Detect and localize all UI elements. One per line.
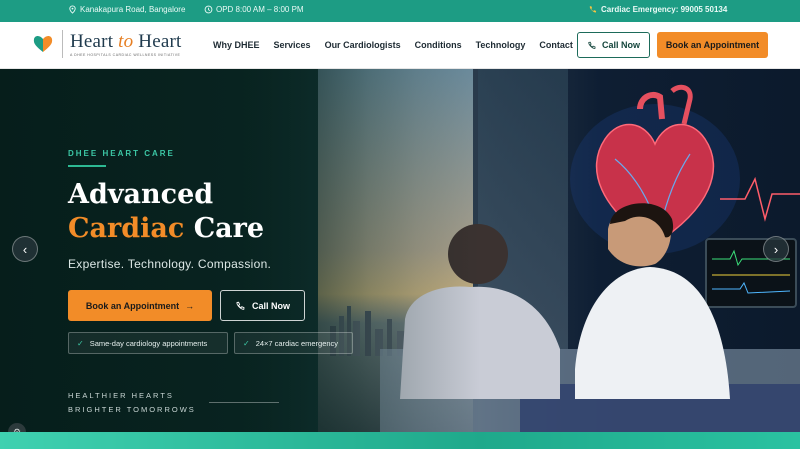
- nav-item-our-cardiologists[interactable]: Our Cardiologists: [325, 40, 401, 50]
- nav-book-appointment-label: Book an Appointment: [665, 40, 760, 50]
- eyebrow-underline: [68, 165, 106, 167]
- location-pin-icon: [69, 5, 76, 14]
- hero-dark-overlay: [0, 69, 800, 432]
- clock-icon: [204, 5, 213, 14]
- hero-heading-line1: Advanced: [68, 179, 214, 210]
- chevron-right-icon: ›: [773, 241, 779, 257]
- brand-name-part1: Heart: [70, 30, 114, 52]
- hero-book-appointment-label: Book an Appointment: [85, 300, 180, 311]
- brand-tagline: A DHEE HOSPITALS CARDIAC WELLNESS INITIA…: [70, 52, 181, 57]
- feature-chip-label: 24×7 cardiac emergency: [255, 338, 339, 348]
- nav-call-now-label: Call Now: [601, 40, 640, 50]
- feature-chip-same-day: ✓ Same-day cardiology appointments: [68, 332, 228, 354]
- brand-name-part2: to: [118, 30, 134, 52]
- check-icon: ✓: [77, 338, 84, 348]
- hero-call-now-button[interactable]: Call Now: [220, 290, 305, 321]
- feature-chip-label: Same-day cardiology appointments: [89, 338, 208, 348]
- hero-footer-line1: HEALTHIER HEARTS: [68, 391, 174, 400]
- hero-heading-rest: Care: [193, 213, 265, 244]
- location-info: Kanakapura Road, Bangalore: [68, 5, 185, 14]
- hero-heading-line2: Cardiac Care: [68, 213, 264, 244]
- opd-hours: OPD 8:00 AM – 8:00 PM: [204, 5, 304, 14]
- top-info-bar: Kanakapura Road, Bangalore OPD 8:00 AM –…: [0, 0, 800, 22]
- nav-item-technology[interactable]: Technology: [476, 40, 526, 50]
- brand-logo[interactable]: Heart to Heart A DHEE HOSPITALS CARDIAC …: [33, 30, 182, 58]
- arrow-right-icon: →: [185, 300, 195, 311]
- nav-item-contact[interactable]: Contact: [539, 40, 573, 50]
- hero-call-now-label: Call Now: [251, 300, 290, 311]
- phone-icon: [589, 6, 597, 13]
- chevron-left-icon: ‹: [22, 241, 28, 257]
- nav-book-appointment-button[interactable]: Book an Appointment: [657, 32, 768, 58]
- phone-icon: [588, 41, 596, 49]
- emergency-text: Cardiac Emergency: 99005 50134: [601, 5, 728, 14]
- opd-text: OPD 8:00 AM – 8:00 PM: [216, 5, 304, 14]
- bottom-teal-band: [0, 432, 800, 449]
- heart-leaf-logo-icon: [33, 35, 53, 53]
- feature-chip-emergency: ✓ 24×7 cardiac emergency: [234, 332, 353, 354]
- nav-menu: Why DHEE Services Our Cardiologists Cond…: [213, 40, 587, 50]
- hero-eyebrow: DHEE HEART CARE: [68, 149, 175, 158]
- hero-tagline: Expertise. Technology. Compassion.: [68, 257, 272, 271]
- hero-book-appointment-button[interactable]: Book an Appointment →: [68, 290, 212, 321]
- nav-item-services[interactable]: Services: [274, 40, 311, 50]
- main-navigation: Heart to Heart A DHEE HOSPITALS CARDIAC …: [0, 22, 800, 69]
- nav-call-now-button[interactable]: Call Now: [577, 32, 650, 58]
- brand-name: Heart to Heart: [70, 30, 182, 52]
- carousel-prev-button[interactable]: ‹: [12, 236, 38, 262]
- location-text: Kanakapura Road, Bangalore: [80, 5, 186, 14]
- emergency-phone-link[interactable]: Cardiac Emergency: 99005 50134: [588, 5, 727, 14]
- phone-icon: [236, 301, 245, 310]
- logo-divider: [62, 30, 63, 58]
- hero-footer-line2: BRIGHTER TOMORROWS: [68, 405, 196, 414]
- nav-item-conditions[interactable]: Conditions: [415, 40, 462, 50]
- hero-banner: DHEE HEART CARE Advanced Cardiac Care Ex…: [0, 69, 800, 432]
- check-icon: ✓: [243, 338, 250, 348]
- hero-footer-divider: [209, 402, 279, 403]
- brand-name-part3: Heart: [138, 30, 182, 52]
- carousel-next-button[interactable]: ›: [763, 236, 789, 262]
- hero-heading-accent: Cardiac: [68, 213, 185, 244]
- nav-item-why-dhee[interactable]: Why DHEE: [213, 40, 260, 50]
